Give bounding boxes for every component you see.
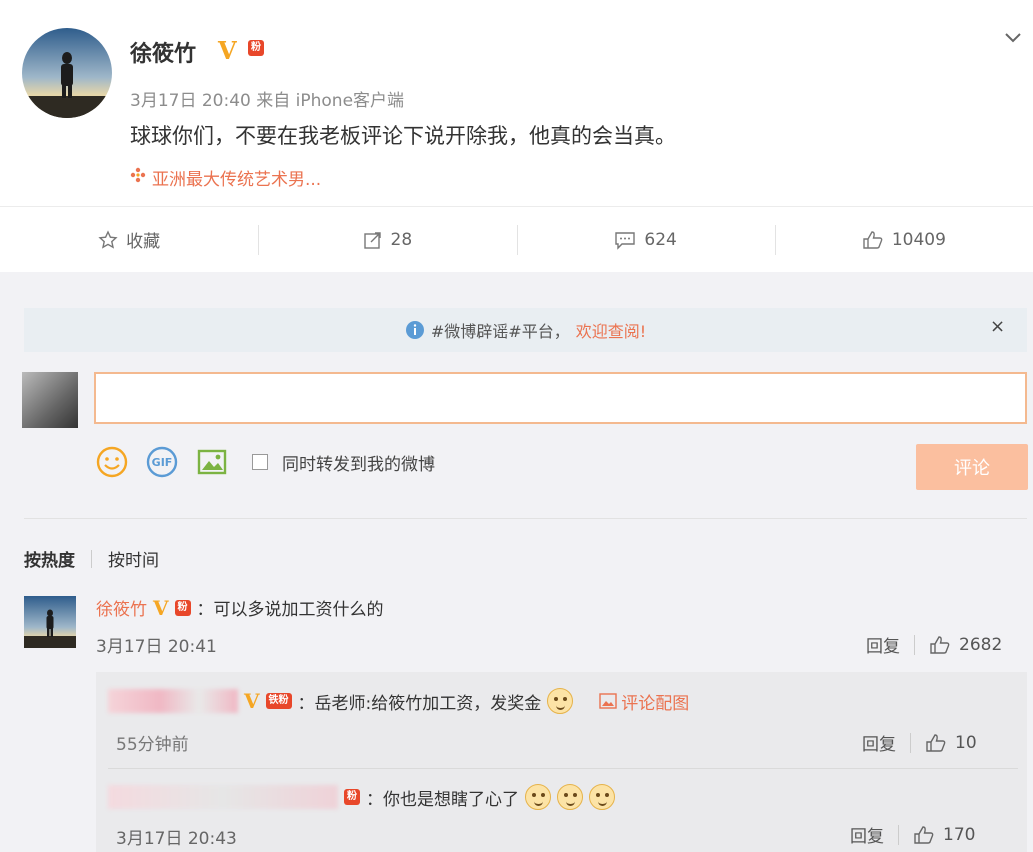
chevron-down-icon[interactable] (1000, 24, 1026, 50)
divider (24, 518, 1027, 519)
reply-timestamp: 55分钟前 (116, 735, 189, 755)
comment-button[interactable]: 624 (516, 207, 775, 272)
post-timestamp: 3月17日 20:40 来自 iPhone客户端 (130, 91, 405, 111)
action-separator (910, 732, 911, 753)
composer-tools: GIF 同时转发到我的微博 (94, 444, 435, 480)
comment-icon (615, 231, 636, 250)
current-user-avatar (22, 372, 78, 428)
sort-tabs: 按热度 按时间 (24, 546, 159, 571)
image-icon[interactable] (194, 444, 230, 480)
reply-button[interactable]: 回复 (866, 632, 900, 657)
reply-actions: 回复 170 (850, 822, 975, 847)
favorite-button[interactable]: 收藏 (0, 207, 258, 272)
repost-checkbox[interactable] (252, 454, 268, 470)
divider (108, 768, 1018, 769)
reply-text: ：岳老师:给筱竹加工资，发奖金 (297, 693, 542, 714)
thumbs-up-icon (930, 635, 950, 654)
fan-badge[interactable]: 粉 (174, 599, 191, 616)
fan-badge[interactable]: 粉 (248, 40, 264, 56)
like-count: 10409 (891, 229, 946, 250)
topic-link[interactable]: 亚洲最大传统艺术男... (130, 165, 321, 190)
reply-line: V 铁粉 ：岳老师:给筱竹加工资，发奖金 评论配图 (108, 688, 689, 714)
like-button[interactable]: 10409 (774, 207, 1033, 272)
tab-sort-time[interactable]: 按时间 (108, 546, 159, 571)
comment-timestamp: 3月17日 20:41 (96, 637, 217, 657)
star-icon (98, 229, 118, 249)
dog-emoji-icon (547, 688, 574, 714)
repost-icon (363, 231, 381, 249)
action-separator (898, 824, 899, 845)
comment-count: 624 (644, 229, 677, 250)
vip-verified-icon: V (244, 689, 260, 713)
image-icon (599, 693, 617, 709)
reply-button[interactable]: 回复 (850, 822, 884, 847)
blurred-username[interactable] (108, 689, 238, 713)
smile-emoji-icon (589, 784, 615, 810)
reply-like-button[interactable]: 170 (913, 825, 975, 845)
emoji-icon[interactable] (94, 444, 130, 480)
rumor-notice-bar: #微博辟谣#平台， 欢迎查阅! (24, 308, 1027, 352)
repost-checkbox-label[interactable]: 同时转发到我的微博 (282, 450, 435, 475)
thumbs-up-icon (863, 230, 883, 249)
comment-author-avatar[interactable] (24, 596, 76, 648)
vip-verified-icon: V (153, 595, 169, 620)
comment-input[interactable] (94, 372, 1027, 424)
iron-fan-badge[interactable]: 铁粉 (265, 693, 292, 709)
smile-emoji-icon (557, 784, 583, 810)
reply-like-count: 170 (943, 824, 976, 845)
favorite-label: 收藏 (126, 232, 161, 252)
sort-separator (91, 549, 92, 568)
fan-badge[interactable]: 粉 (344, 789, 360, 805)
author-name[interactable]: 徐筱竹 (130, 36, 196, 68)
notice-text: #微博辟谣#平台， (430, 322, 570, 341)
close-icon[interactable]: × (990, 316, 1005, 337)
notice-link[interactable]: 欢迎查阅! (576, 318, 646, 342)
comment-like-button[interactable]: 2682 (929, 635, 1002, 655)
comment-line: 徐筱竹 V 粉 ：可以多说加工资什么的 (96, 595, 384, 621)
reply-actions: 回复 10 (862, 730, 977, 755)
flower-icon (130, 167, 146, 188)
submit-comment-button[interactable]: 评论 (916, 444, 1028, 490)
thumbs-up-icon (914, 825, 934, 844)
comment-actions: 回复 2682 (866, 632, 1002, 657)
post-action-bar: 收藏 28 624 10409 (0, 206, 1033, 272)
svg-text:GIF: GIF (152, 456, 173, 469)
comment-text: ：可以多说加工资什么的 (196, 600, 384, 620)
gif-icon[interactable]: GIF (144, 444, 180, 480)
reply-timestamp: 3月17日 20:43 (116, 829, 237, 849)
comment-author-name[interactable]: 徐筱竹 (96, 595, 147, 620)
reply-like-button[interactable]: 10 (925, 733, 977, 753)
comment-image-label: 评论配图 (621, 693, 690, 714)
repost-button[interactable]: 28 (258, 207, 516, 272)
smile-emoji-icon (525, 784, 551, 810)
reply-text: ：你也是想瞎了心了 (366, 789, 519, 810)
tab-sort-hot[interactable]: 按热度 (24, 546, 75, 571)
vip-verified-icon: V (218, 36, 237, 65)
blurred-username[interactable] (108, 785, 338, 809)
comment-image-link[interactable]: 评论配图 (599, 689, 689, 714)
reply-like-count: 10 (955, 732, 977, 753)
reply-line: 粉 ：你也是想瞎了心了 (108, 784, 615, 810)
reply-button[interactable]: 回复 (862, 730, 896, 755)
author-avatar[interactable] (22, 28, 112, 118)
thumbs-up-icon (926, 733, 946, 752)
info-icon (405, 321, 424, 339)
topic-label: 亚洲最大传统艺术男... (152, 170, 322, 190)
post-content: 球球你们，不要在我老板评论下说开除我，他真的会当真。 (130, 124, 676, 148)
repost-count: 28 (390, 229, 413, 250)
action-separator (914, 634, 915, 655)
comment-like-count: 2682 (959, 634, 1003, 655)
